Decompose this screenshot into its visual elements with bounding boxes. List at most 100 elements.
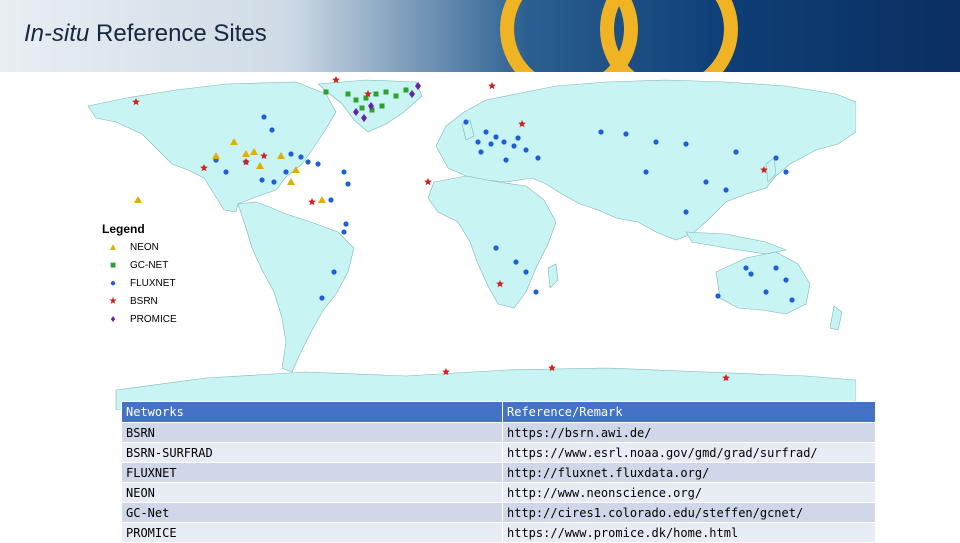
indonesia — [685, 231, 788, 255]
fluxnet-site-marker — [523, 269, 529, 275]
legend-item-neon: ▲ NEON — [106, 242, 159, 256]
network-name: BSRN-SURFRAD — [121, 442, 503, 463]
table-row: GC-Net http://cires1.colorado.edu/steffen… — [121, 502, 876, 523]
fluxnet-site-marker — [703, 179, 709, 185]
fluxnet-site-marker — [501, 139, 507, 145]
legend-label: PROMICE — [130, 314, 177, 325]
gcnet-site-marker — [379, 103, 385, 109]
legend-label: NEON — [130, 242, 159, 253]
neon-site-marker — [134, 196, 142, 203]
network-name: GC-Net — [121, 502, 503, 523]
fluxnet-site-marker — [271, 179, 277, 185]
fluxnet-site-marker — [341, 169, 347, 175]
fluxnet-site-marker — [535, 155, 541, 161]
australia — [715, 251, 811, 315]
fluxnet-site-marker — [653, 139, 659, 145]
fluxnet-site-marker — [269, 127, 275, 133]
gcnet-site-marker — [403, 87, 409, 93]
fluxnet-site-marker — [315, 161, 321, 167]
fluxnet-site-marker — [341, 229, 347, 235]
fluxnet-site-marker — [283, 169, 289, 175]
table-row: BSRN https://bsrn.awi.de/ — [121, 422, 876, 443]
table-row: BSRN-SURFRAD https://www.esrl.noaa.gov/gm… — [121, 442, 876, 463]
fluxnet-site-marker — [463, 119, 469, 125]
fluxnet-site-marker — [483, 129, 489, 135]
fluxnet-site-marker — [733, 149, 739, 155]
fluxnet-site-marker — [493, 134, 499, 140]
table-row: FLUXNET http://fluxnet.fluxdata.org/ — [121, 462, 876, 483]
fluxnet-site-marker — [783, 169, 789, 175]
fluxnet-site-marker — [319, 295, 325, 301]
legend-label: BSRN — [130, 296, 158, 307]
reference-link[interactable]: http://cires1.colorado.edu/steffen/gcnet… — [502, 502, 876, 523]
circle-icon: ● — [109, 278, 117, 289]
fluxnet-site-marker — [643, 169, 649, 175]
fluxnet-site-marker — [748, 271, 754, 277]
reference-link[interactable]: http://fluxnet.fluxdata.org/ — [502, 462, 876, 483]
gcnet-site-marker — [323, 89, 329, 95]
gcnet-site-marker — [353, 97, 359, 103]
network-name: FLUXNET — [121, 462, 503, 483]
page-title: In-situ Reference Sites — [24, 20, 267, 48]
gcnet-site-marker — [383, 89, 389, 95]
legend-item-fluxnet: ● FLUXNET — [106, 278, 176, 292]
fluxnet-site-marker — [328, 197, 334, 203]
south-america — [237, 201, 355, 373]
neon-site-marker — [318, 196, 326, 203]
fluxnet-site-marker — [488, 141, 494, 147]
north-america — [87, 81, 337, 213]
reference-link[interactable]: http://www.neonscience.org/ — [502, 482, 876, 503]
neon-site-marker — [287, 178, 295, 185]
madagascar — [547, 263, 559, 289]
title-italic: In-situ — [24, 20, 90, 47]
legend-item-gcnet: ■ GC-NET — [106, 260, 168, 274]
networks-table: Networks Reference/Remark BSRN https://bs… — [121, 401, 876, 543]
network-name: NEON — [121, 482, 503, 503]
fluxnet-site-marker — [343, 221, 349, 227]
map-legend: Legend ▲ NEON ■ GC-NET ● FLUXNET ★ BSRN ♦ PRO… — [96, 218, 206, 336]
fluxnet-site-marker — [783, 277, 789, 283]
fluxnet-site-marker — [478, 149, 484, 155]
star-icon: ★ — [108, 296, 118, 307]
fluxnet-site-marker — [623, 131, 629, 137]
fluxnet-site-marker — [305, 159, 311, 165]
fluxnet-site-marker — [598, 129, 604, 135]
bsrn-site-marker — [424, 178, 432, 186]
bsrn-site-marker — [308, 198, 316, 206]
fluxnet-site-marker — [331, 269, 337, 275]
bsrn-site-marker — [488, 82, 496, 90]
reference-link[interactable]: https://bsrn.awi.de/ — [502, 422, 876, 443]
logo-ring-2 — [600, 0, 738, 72]
fluxnet-site-marker — [533, 289, 539, 295]
network-name: BSRN — [121, 422, 503, 443]
fluxnet-site-marker — [789, 297, 795, 303]
gcnet-site-marker — [393, 93, 399, 99]
fluxnet-site-marker — [288, 151, 294, 157]
triangle-icon: ▲ — [108, 242, 118, 253]
fluxnet-site-marker — [261, 114, 267, 120]
fluxnet-site-marker — [763, 289, 769, 295]
title-rest: Reference Sites — [89, 20, 267, 47]
fluxnet-site-marker — [511, 143, 517, 149]
fluxnet-site-marker — [723, 187, 729, 193]
reference-link[interactable]: https://www.esrl.noaa.gov/gmd/grad/surfr… — [502, 442, 876, 463]
legend-item-bsrn: ★ BSRN — [106, 296, 158, 310]
legend-label: FLUXNET — [130, 278, 176, 289]
fluxnet-site-marker — [515, 135, 521, 141]
fluxnet-site-marker — [773, 265, 779, 271]
table-header-row: Networks Reference/Remark — [121, 401, 876, 423]
legend-item-promice: ♦ PROMICE — [106, 314, 177, 328]
fluxnet-site-marker — [475, 139, 481, 145]
fluxnet-site-marker — [773, 155, 779, 161]
fluxnet-site-marker — [259, 177, 265, 183]
fluxnet-site-marker — [223, 169, 229, 175]
table-row: NEON http://www.neonscience.org/ — [121, 482, 876, 503]
fluxnet-site-marker — [683, 141, 689, 147]
legend-label: GC-NET — [130, 260, 169, 271]
fluxnet-site-marker — [493, 245, 499, 251]
column-header-networks: Networks — [121, 401, 503, 423]
gcnet-site-marker — [373, 91, 379, 97]
gcnet-site-marker — [359, 105, 365, 111]
africa — [427, 175, 557, 309]
fluxnet-site-marker — [715, 293, 721, 299]
